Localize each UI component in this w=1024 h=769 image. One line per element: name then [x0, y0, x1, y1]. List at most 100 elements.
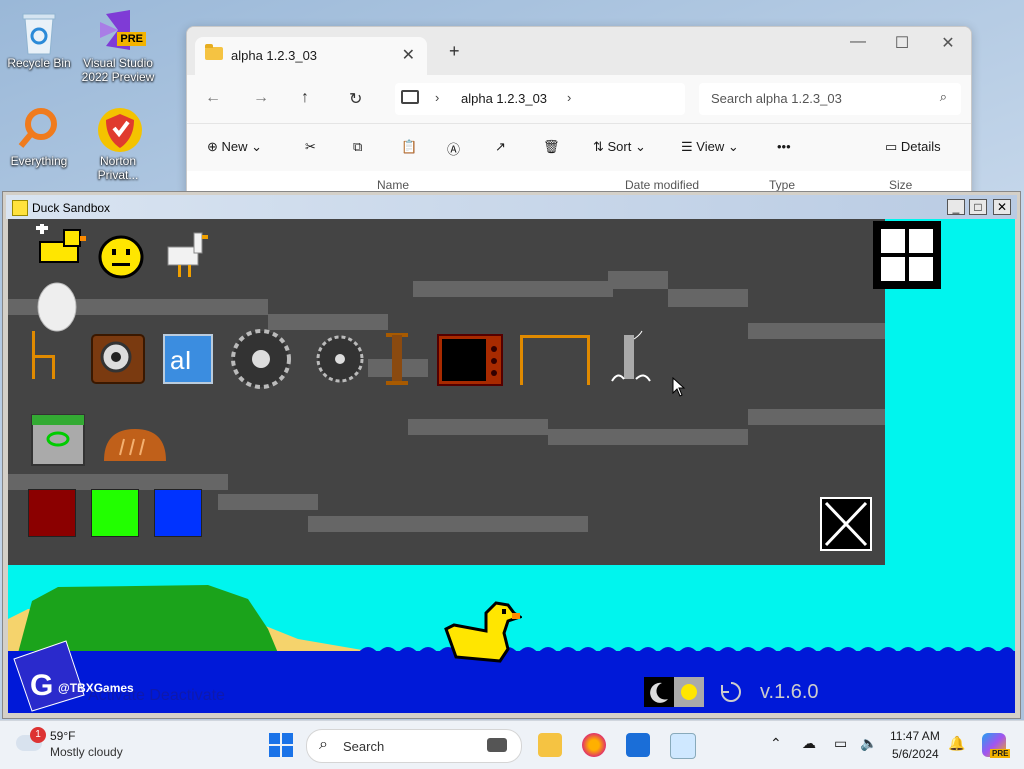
sort-button[interactable]: ⇅ Sort ⌄	[593, 139, 646, 155]
norton-icon	[96, 106, 142, 152]
column-header-date[interactable]: Date modified	[625, 178, 699, 192]
weather-alert-badge: 1	[30, 727, 46, 743]
pre-badge: PRE	[117, 32, 146, 46]
desktop-icon-recycle-bin[interactable]: Recycle Bin	[1, 8, 77, 70]
start-button[interactable]	[269, 733, 293, 757]
weather-widget[interactable]: 1 59°F Mostly cloudy	[16, 727, 156, 763]
title-bar[interactable]: Duck Sandbox _ □ ✕	[6, 195, 1017, 219]
game-canvas[interactable]: aI G @TBXGames Activate Deactivate v.1.6…	[8, 219, 1015, 713]
goose-button[interactable]	[164, 227, 212, 288]
menu-toggle-button[interactable]	[873, 221, 941, 294]
swatch-blue[interactable]	[154, 489, 202, 537]
tv-button[interactable]	[436, 333, 504, 392]
desktop-icon-norton[interactable]: Norton Privat...	[80, 106, 156, 182]
maximize-button[interactable]: ☐	[879, 33, 925, 53]
rename-icon[interactable]: Ⓐ	[447, 139, 460, 158]
background-path	[748, 323, 885, 339]
more-button[interactable]: •••	[777, 139, 791, 154]
column-header-size[interactable]: Size	[889, 178, 912, 192]
volume-icon[interactable]: 🔈	[860, 735, 877, 752]
copilot-pre-badge: PRE	[990, 749, 1011, 758]
clock-date[interactable]: 5/6/2024	[892, 747, 939, 761]
desktop-icon-label: Recycle Bin	[7, 56, 71, 70]
fountain-button[interactable]	[608, 329, 654, 390]
new-button[interactable]: ⊕ New ⌄	[207, 139, 262, 155]
desktop-icon-everything[interactable]: Everything	[1, 106, 77, 168]
chevron-right-icon: ›	[567, 90, 572, 105]
weather-temp: 59°F	[50, 729, 76, 743]
delete-icon[interactable]: 🗑	[543, 139, 560, 155]
wooden-post-button[interactable]	[384, 331, 410, 392]
display-icon[interactable]: ▭	[834, 735, 847, 752]
chair-button[interactable]	[30, 329, 60, 386]
search-icon: ⌕	[319, 736, 328, 753]
sun-button[interactable]	[674, 677, 704, 712]
column-header-type[interactable]: Type	[769, 178, 795, 192]
background-path	[668, 289, 748, 307]
new-tab-button[interactable]: +	[449, 41, 460, 62]
text-tool-button[interactable]: aI	[162, 333, 214, 390]
share-icon[interactable]: ↗	[495, 139, 506, 155]
weather-desc: Mostly cloudy	[50, 745, 123, 759]
speaker-button[interactable]	[90, 333, 146, 390]
moon-button[interactable]	[644, 677, 674, 712]
search-placeholder: Search alpha 1.2.3_03	[711, 91, 842, 106]
camera-icon	[487, 738, 507, 752]
taskbar-search[interactable]: ⌕ Search	[306, 729, 522, 763]
recycle-bin-icon	[17, 8, 61, 55]
duck-sandbox-window: Duck Sandbox _ □ ✕ aI G @TBXGames Activa…	[2, 191, 1021, 719]
navigation-bar: ← → ↑ ↻ › alpha 1.2.3_03 › Search alpha …	[187, 75, 971, 123]
close-window-button[interactable]: ✕	[925, 33, 971, 53]
item-menu-panel: aI	[8, 219, 885, 565]
maximize-button[interactable]: □	[969, 199, 987, 215]
address-text: alpha 1.2.3_03	[461, 91, 548, 106]
up-icon[interactable]: ↑	[301, 89, 309, 107]
chevron-up-icon[interactable]: ⌃	[770, 735, 782, 752]
explorer-tab[interactable]: alpha 1.2.3_03 ✕	[195, 37, 427, 75]
smiley-ball-button[interactable]	[98, 235, 144, 284]
saw-blade-large-button[interactable]	[226, 329, 296, 394]
saw-blade-small-button[interactable]	[314, 333, 366, 390]
copy-icon[interactable]: ⧉	[353, 139, 362, 155]
minimize-button[interactable]: —	[835, 33, 881, 51]
details-button[interactable]: ▭ Details	[885, 139, 941, 155]
column-header-name[interactable]: Name	[377, 178, 409, 192]
close-tab-button[interactable]: ✕	[402, 45, 415, 65]
refresh-icon[interactable]: ↻	[349, 89, 362, 109]
address-bar[interactable]: › alpha 1.2.3_03 ›	[395, 83, 685, 115]
visual-studio-icon: PRE	[96, 8, 146, 52]
clock-time[interactable]: 11:47 AM	[890, 729, 940, 743]
swatch-green[interactable]	[91, 489, 139, 537]
background-path	[218, 494, 318, 510]
paste-icon[interactable]: 📋	[401, 139, 417, 155]
background-path	[308, 516, 588, 532]
onedrive-icon[interactable]: ☁	[802, 735, 816, 752]
notification-bell-icon[interactable]: 🔔	[948, 735, 965, 752]
svg-text:G: G	[30, 669, 53, 702]
cut-icon[interactable]: ✂	[305, 139, 316, 155]
view-button[interactable]: ☰ View ⌄	[681, 139, 739, 155]
duck-sandbox-taskbar-icon[interactable]	[670, 733, 696, 759]
spawn-duck-button[interactable]	[34, 222, 88, 273]
close-button[interactable]: ✕	[993, 199, 1011, 215]
minimize-button[interactable]: _	[947, 199, 965, 215]
file-explorer-window: alpha 1.2.3_03 ✕ + — ☐ ✕ ← → ↑ ↻ › alpha…	[186, 26, 972, 198]
store-icon[interactable]	[626, 733, 650, 757]
close-menu-button[interactable]	[820, 497, 872, 556]
swatch-red[interactable]	[28, 489, 76, 537]
file-explorer-icon[interactable]	[538, 733, 562, 757]
mouse-cursor-icon	[672, 376, 686, 402]
desktop-icon-visual-studio[interactable]: PRE Visual Studio 2022 Preview	[80, 8, 156, 84]
forward-icon[interactable]: →	[253, 89, 269, 107]
frame-button[interactable]	[518, 333, 592, 392]
back-icon[interactable]: ←	[205, 89, 221, 107]
search-icon: ⌕	[939, 89, 947, 104]
duck-character[interactable]	[442, 599, 524, 670]
firefox-icon[interactable]	[582, 733, 606, 757]
trash-can-button[interactable]	[30, 413, 86, 472]
tab-title: alpha 1.2.3_03	[231, 48, 318, 63]
bread-button[interactable]	[102, 425, 168, 468]
background-path	[748, 409, 885, 425]
search-input[interactable]: Search alpha 1.2.3_03 ⌕	[699, 83, 961, 115]
reset-icon[interactable]	[718, 679, 744, 710]
